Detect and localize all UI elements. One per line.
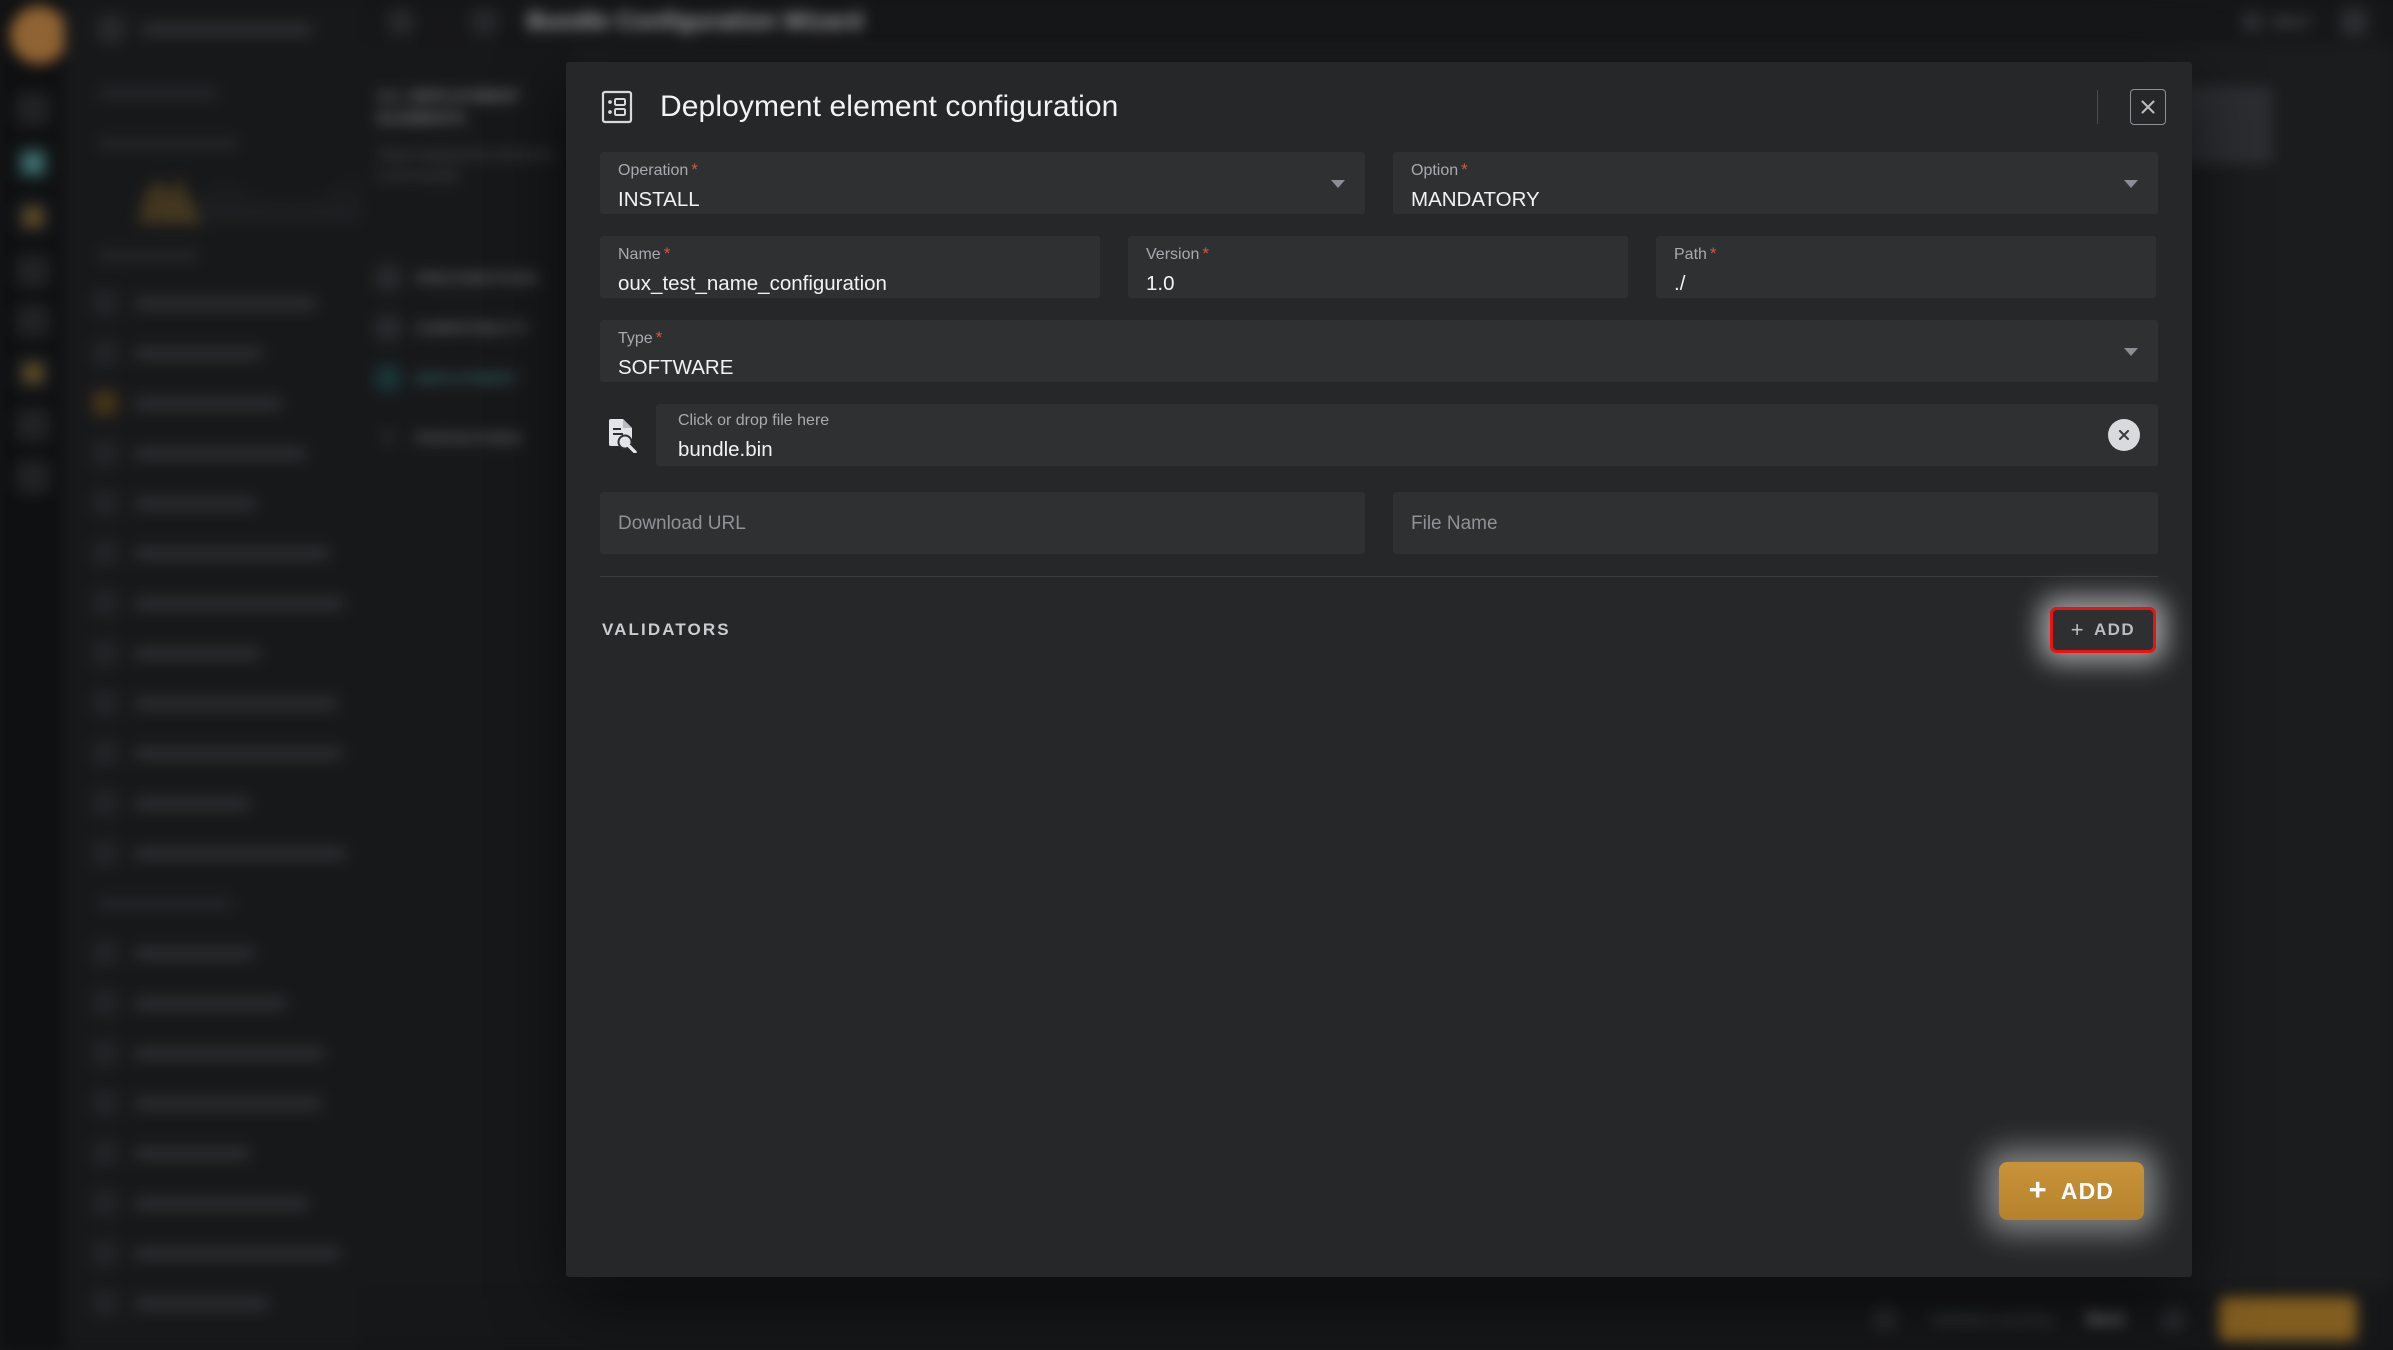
option-value: MANDATORY: [1411, 188, 1540, 211]
type-label: Type *: [618, 328, 663, 347]
download-url-input[interactable]: Download URL: [600, 492, 1365, 554]
type-select[interactable]: Type * SOFTWARE: [600, 320, 2158, 382]
file-upload-row: Click or drop file here bundle.bin: [600, 404, 2158, 466]
form-row-url-filename: Download URL File Name: [600, 492, 2158, 554]
download-url-placeholder: Download URL: [618, 512, 746, 534]
type-value: SOFTWARE: [618, 356, 734, 379]
form-row-operation-option: Operation * INSTALL Option * MANDATORY: [600, 152, 2158, 214]
validators-add-button[interactable]: + ADD: [2053, 610, 2153, 650]
version-value: 1.0: [1146, 272, 1175, 295]
option-select[interactable]: Option * MANDATORY: [1393, 152, 2158, 214]
path-value: ./: [1674, 272, 1686, 295]
required-asterisk: *: [1202, 244, 1209, 263]
plus-icon: +: [2070, 617, 2085, 642]
validators-title: VALIDATORS: [602, 620, 731, 639]
required-asterisk: *: [1461, 160, 1468, 179]
validators-add-highlight: + ADD: [2049, 607, 2156, 653]
form-row-name-version-path: Name * oux_test_name_configuration Versio…: [600, 236, 2158, 298]
file-name-value: bundle.bin: [678, 438, 773, 461]
operation-label: Operation *: [618, 160, 698, 179]
form-list-icon: [600, 90, 634, 124]
header-divider: [2097, 90, 2098, 124]
form-row-type: Type * SOFTWARE: [600, 320, 2158, 382]
validators-add-label: ADD: [2093, 620, 2135, 639]
chevron-down-icon: [1331, 180, 1345, 188]
file-search-icon: [604, 417, 638, 454]
operation-value: INSTALL: [618, 188, 700, 211]
required-asterisk: *: [691, 160, 698, 179]
required-asterisk: *: [1709, 244, 1717, 263]
path-field[interactable]: Path * ./: [1656, 236, 2156, 298]
chevron-down-icon: [2124, 348, 2138, 356]
dialog-footer: + ADD: [566, 1127, 2192, 1277]
dialog-title: Deployment element configuration: [660, 90, 1119, 123]
required-asterisk: *: [663, 244, 671, 263]
name-value: oux_test_name_configuration: [618, 272, 887, 295]
file-drop-label: Click or drop file here: [678, 412, 830, 429]
name-field[interactable]: Name * oux_test_name_configuration: [600, 236, 1100, 298]
add-button[interactable]: + ADD: [1998, 1162, 2144, 1220]
file-name-placeholder: File Name: [1411, 512, 1498, 534]
name-label: Name *: [618, 244, 671, 263]
close-icon[interactable]: [2130, 89, 2166, 125]
dialog-body: Operation * INSTALL Option * MANDATORY N…: [566, 152, 2192, 1127]
clear-file-icon[interactable]: [2108, 419, 2140, 451]
version-field[interactable]: Version * 1.0: [1128, 236, 1628, 298]
validators-section: VALIDATORS + ADD: [600, 577, 2158, 653]
path-label: Path *: [1674, 244, 1717, 263]
operation-select[interactable]: Operation * INSTALL: [600, 152, 1365, 214]
plus-icon: +: [2028, 1172, 2048, 1207]
dialog-header: Deployment element configuration: [566, 62, 2192, 152]
option-label: Option *: [1411, 160, 1468, 179]
screen: Bundle Configuration Wizard HELP 3.1. DE…: [0, 0, 2393, 1350]
file-name-input[interactable]: File Name: [1393, 492, 2158, 554]
required-asterisk: *: [655, 328, 663, 347]
chevron-down-icon: [2124, 180, 2138, 188]
file-drop-zone[interactable]: Click or drop file here bundle.bin: [656, 404, 2158, 466]
version-label: Version *: [1146, 244, 1209, 263]
add-button-label: ADD: [2060, 1177, 2114, 1204]
deployment-element-configuration-dialog: Deployment element configuration Operati…: [566, 62, 2192, 1277]
